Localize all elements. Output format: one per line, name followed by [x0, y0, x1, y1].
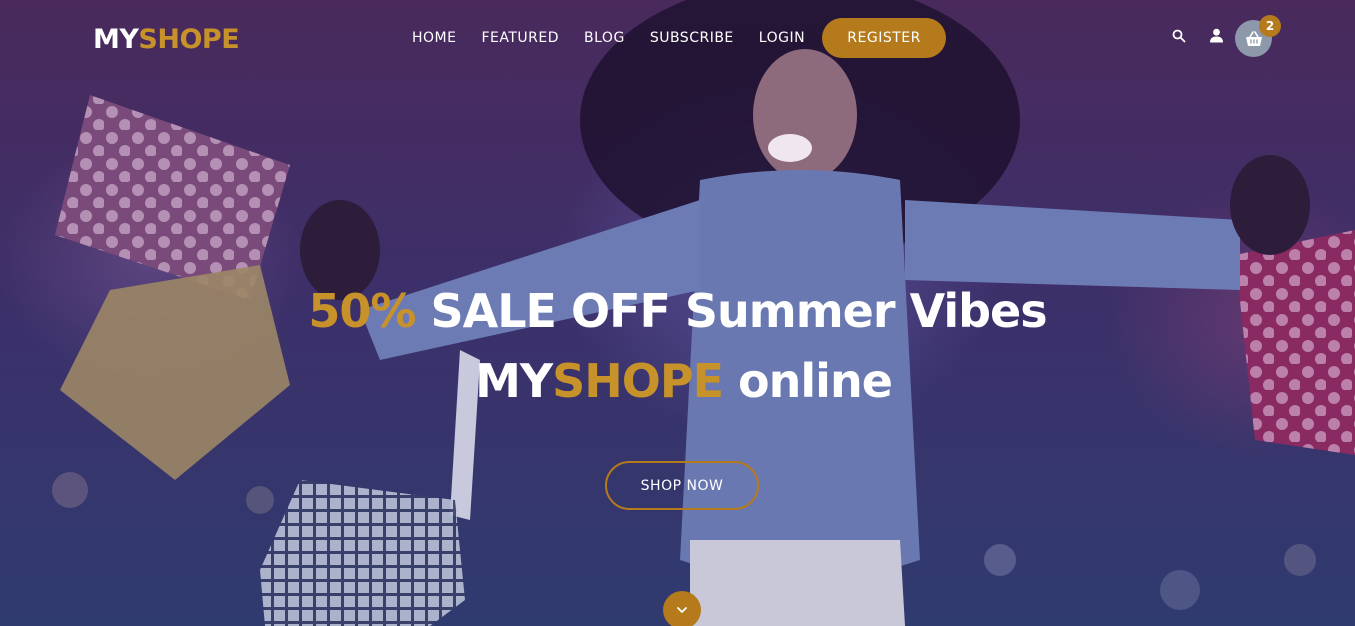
nav-item-featured[interactable]: FEATURED: [481, 30, 559, 46]
hero-headline-line2-text: online: [723, 354, 893, 408]
hero-brand-part2: SHOPE: [552, 354, 724, 408]
main-nav: HOME FEATURED BLOG SUBSCRIBE LOGIN REGIS…: [412, 18, 947, 58]
chevron-down-icon: [677, 607, 687, 613]
user-icon[interactable]: [1209, 28, 1224, 47]
brand-logo-part1: MY: [93, 24, 139, 55]
hero-headline-line1: 50% SALE OFF Summer Vibes: [0, 284, 1355, 338]
brand-logo-part2: SHOPE: [138, 24, 240, 55]
hero-headline-highlight: 50%: [308, 284, 416, 338]
nav-item-home[interactable]: HOME: [412, 30, 456, 46]
nav-item-subscribe[interactable]: SUBSCRIBE: [650, 30, 734, 46]
hero-brand-part1: MY: [475, 354, 553, 408]
nav-item-login[interactable]: LOGIN: [759, 30, 805, 46]
nav-item-blog[interactable]: BLOG: [584, 30, 625, 46]
register-button[interactable]: REGISTER: [822, 18, 947, 58]
scroll-down-button[interactable]: [663, 591, 701, 626]
hero-headline-text: SALE OFF Summer Vibes: [415, 284, 1047, 338]
hero-section: MYSHOPE HOME FEATURED BLOG SUBSCRIBE LOG…: [0, 0, 1355, 626]
brand-logo[interactable]: MYSHOPE: [93, 24, 240, 56]
hero-headline-line2: MYSHOPE online: [6, 354, 1355, 408]
cart-count-badge: 2: [1259, 15, 1281, 37]
shop-now-button[interactable]: SHOP NOW: [605, 461, 759, 510]
search-icon[interactable]: [1172, 28, 1186, 47]
